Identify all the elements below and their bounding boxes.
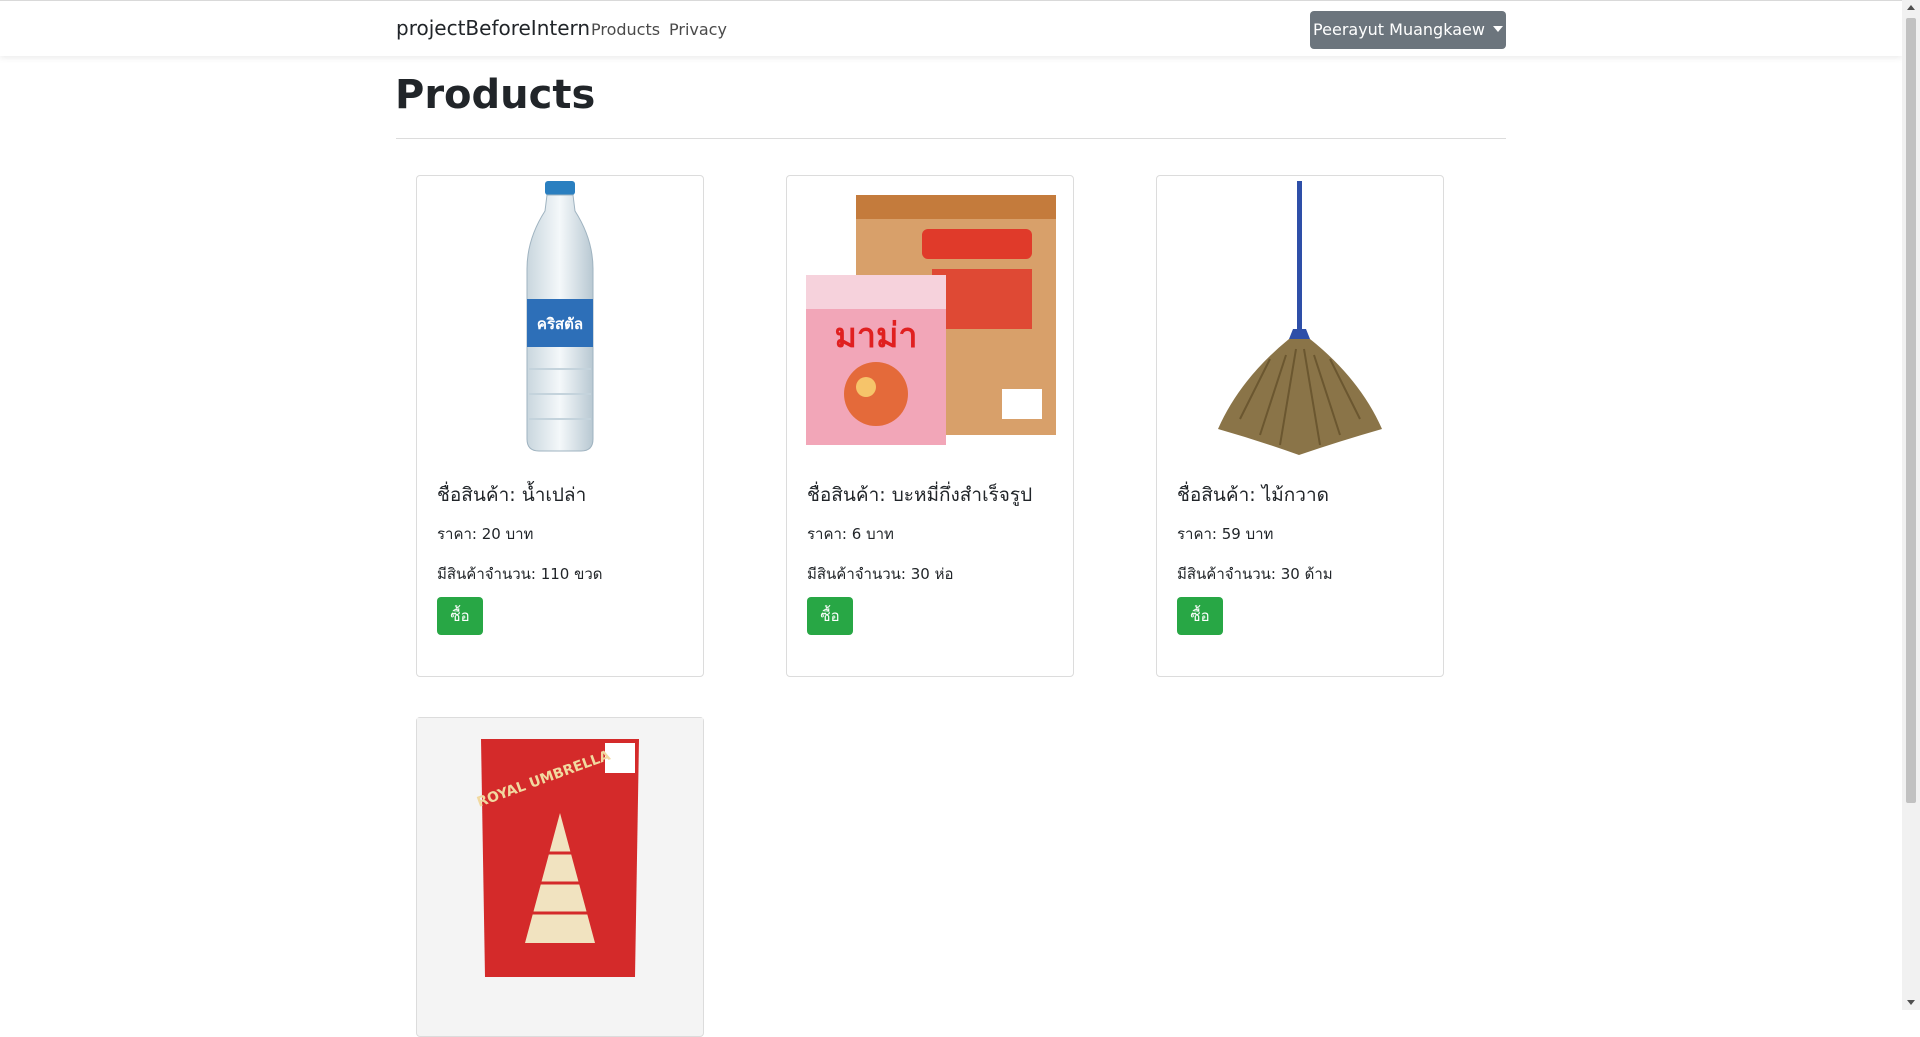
caret-down-icon <box>1492 26 1503 32</box>
top-navbar: projectBeforeIntern Products Privacy Pee… <box>0 0 1902 56</box>
svg-text:มาม่า: มาม่า <box>834 316 917 356</box>
product-card: มาม่า ชื่อสินค้า: บะหมี่กึ่งสำเร็จรูป รา… <box>786 175 1074 677</box>
product-stock: มีสินค้าจำนวน: 30 ด้าม <box>1177 565 1333 583</box>
vertical-scrollbar[interactable] <box>1902 0 1920 1010</box>
water-bottle-image: คริสตัล <box>417 176 703 458</box>
page-title: Products <box>395 72 596 118</box>
product-card: คริสตัล ชื่อสินค้า: น้ำเปล่า ราคา: 20 บา… <box>416 175 704 677</box>
product-price: ราคา: 59 บาท <box>1177 525 1274 543</box>
title-divider <box>396 138 1506 139</box>
product-price: ราคา: 6 บาท <box>807 525 894 543</box>
buy-button[interactable]: ซื้อ <box>1177 597 1223 635</box>
product-name: ชื่อสินค้า: ไม้กวาด <box>1177 484 1329 506</box>
buy-button[interactable]: ซื้อ <box>807 597 853 635</box>
buy-button[interactable]: ซื้อ <box>437 597 483 635</box>
product-card: ROYAL UMBRELLA <box>416 717 704 1037</box>
svg-text:คริสตัล: คริสตัล <box>537 315 583 333</box>
brand-link[interactable]: projectBeforeIntern <box>396 16 590 40</box>
user-menu-button[interactable]: Peerayut Muangkaew <box>1310 11 1506 49</box>
product-price: ราคา: 20 บาท <box>437 525 534 543</box>
product-name: ชื่อสินค้า: น้ำเปล่า <box>437 484 587 506</box>
instant-noodles-image: มาม่า <box>787 176 1073 458</box>
product-stock: มีสินค้าจำนวน: 30 ห่อ <box>807 565 954 583</box>
product-name: ชื่อสินค้า: บะหมี่กึ่งสำเร็จรูป <box>807 484 1033 506</box>
scroll-down-arrow-icon[interactable] <box>1907 1000 1915 1005</box>
scroll-up-arrow-icon[interactable] <box>1907 5 1915 10</box>
scrollbar-thumb[interactable] <box>1906 18 1916 803</box>
product-stock: มีสินค้าจำนวน: 110 ขวด <box>437 565 603 583</box>
product-card: ชื่อสินค้า: ไม้กวาด ราคา: 59 บาท มีสินค้… <box>1156 175 1444 677</box>
nav-link-products[interactable]: Products <box>591 20 660 39</box>
rice-bag-image: ROYAL UMBRELLA <box>417 718 703 998</box>
user-name: Peerayut Muangkaew <box>1313 20 1485 39</box>
nav-link-privacy[interactable]: Privacy <box>669 20 727 39</box>
broom-image <box>1157 176 1443 458</box>
